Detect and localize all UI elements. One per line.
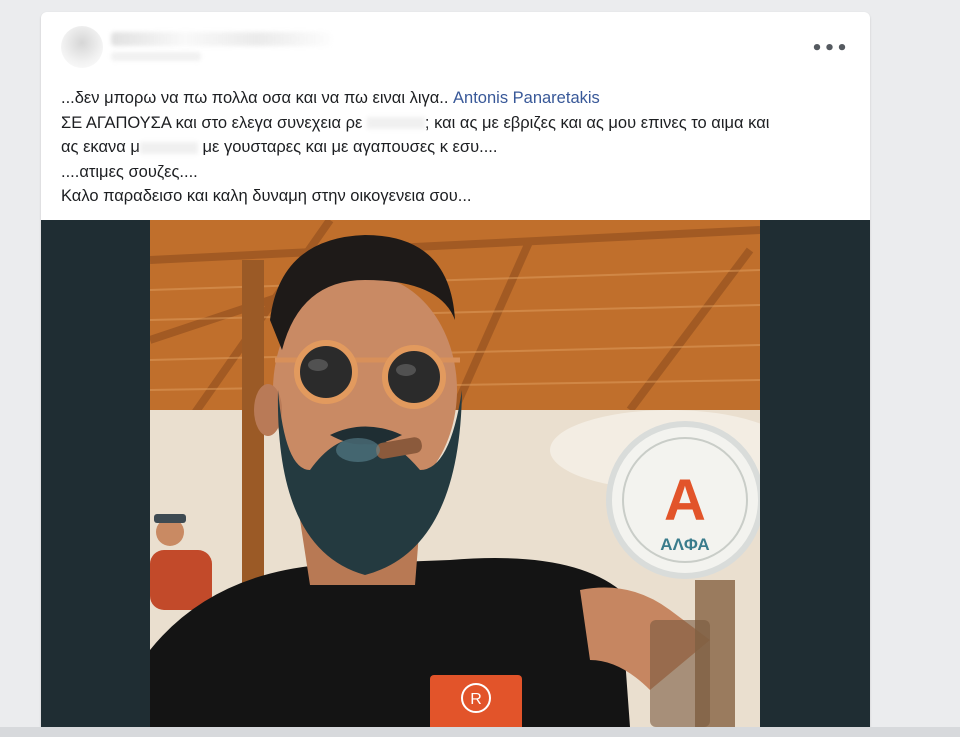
post-card: ••• ...δεν μπορω να πω πολλα οσα και να … bbox=[41, 12, 870, 727]
redacted-text bbox=[139, 141, 198, 154]
text-segment: ας εκανα μ bbox=[61, 138, 140, 156]
photo-illustration: R A ΑΛΦΑ bbox=[150, 220, 760, 727]
text-segment: ; και ας με εβριζες και ας μου επινες το… bbox=[424, 113, 770, 132]
post-text-line-1: ...δεν μπορω να πω πολλα οσα και να πω ε… bbox=[61, 86, 861, 111]
post-text-line-2: ΣΕ ΑΓΑΠΟΥΣΑ και στο ελεγα συνεχεια ρε ; … bbox=[61, 111, 861, 136]
avatar[interactable] bbox=[61, 26, 103, 68]
post-media[interactable]: R A ΑΛΦΑ bbox=[41, 220, 870, 727]
more-horizontal-icon: ••• bbox=[811, 37, 849, 59]
post-text-line-3: ας εκανα μ με γουσταρες και με αγαπουσες… bbox=[61, 135, 861, 160]
cigar-smoke bbox=[336, 438, 380, 462]
mention-link[interactable]: Antonis Panaretakis bbox=[453, 89, 600, 107]
bottom-strip bbox=[0, 727, 960, 737]
shirt-logo-mark: R bbox=[470, 691, 482, 708]
tap-letter: A bbox=[664, 468, 706, 533]
background-person-body bbox=[150, 550, 212, 610]
post-meta-redacted bbox=[111, 52, 201, 61]
redacted-text bbox=[366, 117, 425, 130]
tap-brand: ΑΛΦΑ bbox=[660, 535, 709, 554]
glass bbox=[650, 620, 710, 727]
post-header: ••• bbox=[41, 12, 870, 82]
text-segment: ΣΕ ΑΓΑΠΟΥΣΑ και στο ελεγα συνεχεια ρε bbox=[61, 113, 363, 132]
author-name-redacted[interactable] bbox=[111, 32, 331, 46]
ear bbox=[254, 384, 282, 436]
post-text-line-5: Καλο παραδεισο και καλη δυναμη στην οικο… bbox=[61, 187, 472, 205]
post-text: ...δεν μπορω να πω πολλα οσα και να πω ε… bbox=[61, 86, 861, 209]
text-segment: ...δεν μπορω να πω πολλα οσα και να πω ε… bbox=[61, 89, 449, 107]
page: ••• ...δεν μπορω να πω πολλα οσα και να … bbox=[0, 0, 960, 737]
background-person-cap bbox=[154, 514, 186, 523]
more-options-button[interactable]: ••• bbox=[811, 34, 849, 62]
post-photo[interactable]: R A ΑΛΦΑ bbox=[150, 220, 760, 727]
post-text-line-4: ....ατιμες σουζες.... bbox=[61, 162, 198, 181]
text-segment: με γουσταρες και με αγαπουσες κ εσυ.... bbox=[202, 138, 498, 156]
